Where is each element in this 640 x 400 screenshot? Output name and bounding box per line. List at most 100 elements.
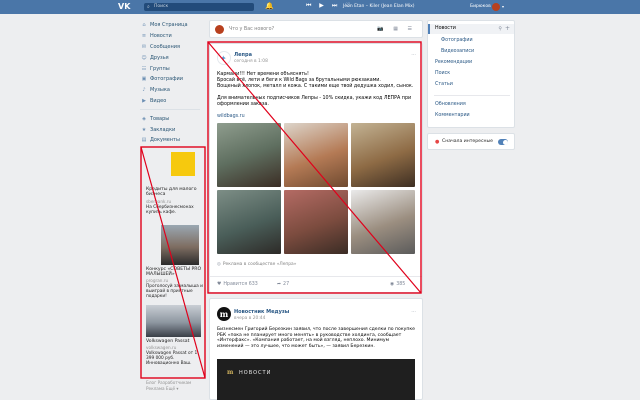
ad-image-car[interactable]	[146, 305, 201, 337]
photo-backpack[interactable]	[217, 123, 281, 187]
search-input[interactable]: ⌕ Поиск	[144, 3, 254, 11]
composer-placeholder[interactable]: Что у Вас нового?	[229, 27, 274, 32]
plus-icon[interactable]: +	[505, 25, 510, 32]
post-link[interactable]: wildbags.ru	[217, 114, 417, 120]
bell-icon[interactable]: 🔔	[265, 2, 274, 10]
sidebar-item[interactable]: ◈ Товары	[140, 113, 205, 124]
post-time[interactable]: вчера в 20:44	[234, 316, 265, 321]
post-text: Бросай всё, лети и беги к Wild Bags за б…	[217, 78, 381, 83]
sidebar-item[interactable]: ▶ Видео	[140, 96, 205, 107]
nav-icon: ▶	[142, 97, 146, 104]
share-count: 27	[283, 282, 290, 287]
views-counter: ◉ 385	[390, 282, 405, 287]
filter-item-comments[interactable]: Комментарии	[435, 113, 470, 118]
nav-icon: ▤	[141, 137, 147, 144]
filter-icon[interactable]: ⚲	[498, 26, 502, 32]
sidebar-item-label: Новости	[150, 33, 172, 40]
photo-backpack[interactable]	[351, 190, 415, 254]
smart-feed-label: Сначала интересные	[442, 139, 493, 144]
user-name[interactable]: Бирюков	[470, 4, 491, 9]
sidebar-item[interactable]: ≡ Новости	[140, 31, 205, 42]
post-actions: ♥ Нравится 633 ➦ 27 ◉ 385	[210, 276, 422, 292]
divider	[434, 95, 510, 96]
post-author[interactable]: Лепра	[234, 52, 252, 58]
avatar[interactable]: m	[217, 307, 231, 321]
filter-item-search[interactable]: Поиск	[435, 71, 450, 76]
ad-label[interactable]: ◎ Реклама в сообществе «Лепра»	[217, 262, 296, 267]
search-icon: ⌕	[147, 4, 150, 10]
photo-backpack[interactable]	[284, 190, 348, 254]
sidebar-item-label: Музыка	[150, 87, 170, 94]
now-playing-track[interactable]: Jeon Etan – Kiler (Jean Elan Mix)	[343, 4, 415, 9]
news-filter-panel: Новости ⚲ + Фотографии Видеозаписи Реком…	[427, 20, 515, 128]
post-text: Бизнесмен Григорий Березкин заявил, что …	[217, 327, 415, 349]
filter-item-updates[interactable]: Обновления	[435, 102, 466, 107]
photo-backpack[interactable]	[284, 123, 348, 187]
post-composer[interactable]: Что у Вас нового? 📷 ▦ ☰	[209, 20, 423, 38]
chevron-down-icon[interactable]: ▾	[502, 4, 504, 9]
sidebar-item[interactable]: ☺ Друзья	[140, 52, 205, 63]
sidebar-item-label: Видео	[150, 97, 167, 104]
feed-post: ✦ Лепра сегодня в 1:08 ··· Кармани!!! Не…	[209, 43, 423, 293]
post-text: Вощеный хлопок, металл и кожа. С такими …	[217, 84, 414, 89]
fire-icon: ●	[435, 139, 440, 145]
share-button[interactable]: ➦ 27	[277, 282, 289, 287]
post-time[interactable]: сегодня в 1:08	[234, 59, 268, 64]
ad-image-sberbank[interactable]	[171, 152, 195, 176]
divider	[140, 109, 200, 111]
sidebar-item-label: Моя Страница	[150, 22, 188, 29]
post-text: Для внимательных подписчиков Лепры - 10%…	[217, 96, 412, 107]
nav-icon: ≡	[141, 33, 147, 40]
sidebar-item[interactable]: ▣ Фотографии	[140, 74, 205, 85]
sidebar-item-label: Документы	[150, 137, 180, 144]
share-icon: ➦	[277, 282, 282, 287]
like-label: Нравится	[223, 282, 248, 287]
more-icon[interactable]: ···	[411, 309, 416, 315]
footer-link-row[interactable]: Реклама Ещё ▾	[146, 386, 206, 392]
ad-link[interactable]: progran.ru	[146, 278, 204, 283]
ad-text: Проголосуй за малыша и выиграй в приятны…	[146, 284, 203, 299]
nav-icon: ☺	[141, 54, 147, 61]
composer-attach-icons[interactable]: 📷 ▦ ☰	[377, 26, 416, 32]
avatar[interactable]	[492, 3, 500, 11]
feed-post: m Новостник Медузы вчера в 20:44 ··· Биз…	[209, 298, 423, 400]
sidebar-item-label: Сообщения	[150, 43, 181, 50]
filter-item-news[interactable]: Новости	[435, 26, 456, 31]
sidebar-item[interactable]: ★ Закладки	[140, 124, 205, 135]
photo-backpack[interactable]	[351, 123, 415, 187]
photo-backpack[interactable]	[217, 190, 281, 254]
more-icon[interactable]: ···	[411, 52, 416, 58]
ad-link[interactable]: sberbank.ru	[146, 199, 204, 204]
news-banner[interactable]: m НОВОСТИ	[217, 359, 415, 400]
ad-label-text: Реклама в сообществе «Лепра»	[222, 262, 297, 267]
avatar[interactable]: ✦	[217, 51, 231, 65]
sidebar-item[interactable]: ✉ Сообщения	[140, 42, 205, 53]
heart-icon: ♥	[217, 282, 222, 287]
search-placeholder: Поиск	[154, 4, 169, 9]
sidebar-item[interactable]: ♪ Музыка	[140, 85, 205, 96]
sidebar-item[interactable]: ⌂ Моя Страница	[140, 20, 205, 31]
footer-links[interactable]: Блог Разработчикам Реклама Ещё ▾	[146, 380, 206, 392]
sidebar-item-label: Закладки	[150, 126, 176, 133]
megaphone-icon: ◎	[217, 262, 221, 267]
sidebar-item[interactable]: ☷ Группы	[140, 63, 205, 74]
ad-title[interactable]: Конкурс «СОВЕТЫ PRO МАЛЫШЕЙ»	[146, 267, 204, 278]
view-count: 385	[396, 282, 406, 287]
filter-item-recommendations[interactable]: Рекомендации	[435, 60, 472, 65]
filter-item-photos[interactable]: Фотографии	[441, 38, 473, 43]
filter-item-videos[interactable]: Видеозаписи	[441, 49, 474, 54]
like-button[interactable]: ♥ Нравится 633	[217, 282, 258, 287]
top-bar: VK ⌕ Поиск 🔔 ⏮ ▶ ⏭ ♡ Jeon Etan – Kiler (…	[0, 0, 640, 14]
smart-feed-toggle[interactable]	[498, 139, 508, 145]
ad-image-portrait[interactable]	[161, 225, 199, 265]
left-sidebar: ⌂ Моя Страница ≡ Новости ✉ Сообщения ☺ Друзья ☷ Г…	[140, 20, 205, 146]
ad-link[interactable]: volkswagen.ru	[146, 345, 204, 350]
filter-item-articles[interactable]: Статьи	[435, 82, 453, 87]
post-author[interactable]: Новостник Медузы	[234, 309, 289, 315]
nav-icon: ⌂	[142, 22, 146, 29]
ad-title[interactable]: Volkswagen Passat	[146, 339, 204, 344]
nav-icon: ✉	[141, 43, 147, 50]
vk-logo[interactable]: VK	[118, 2, 134, 12]
ad-title[interactable]: Кредиты для малого бизнеса	[146, 187, 204, 198]
meduza-logo-icon: m	[227, 369, 234, 376]
